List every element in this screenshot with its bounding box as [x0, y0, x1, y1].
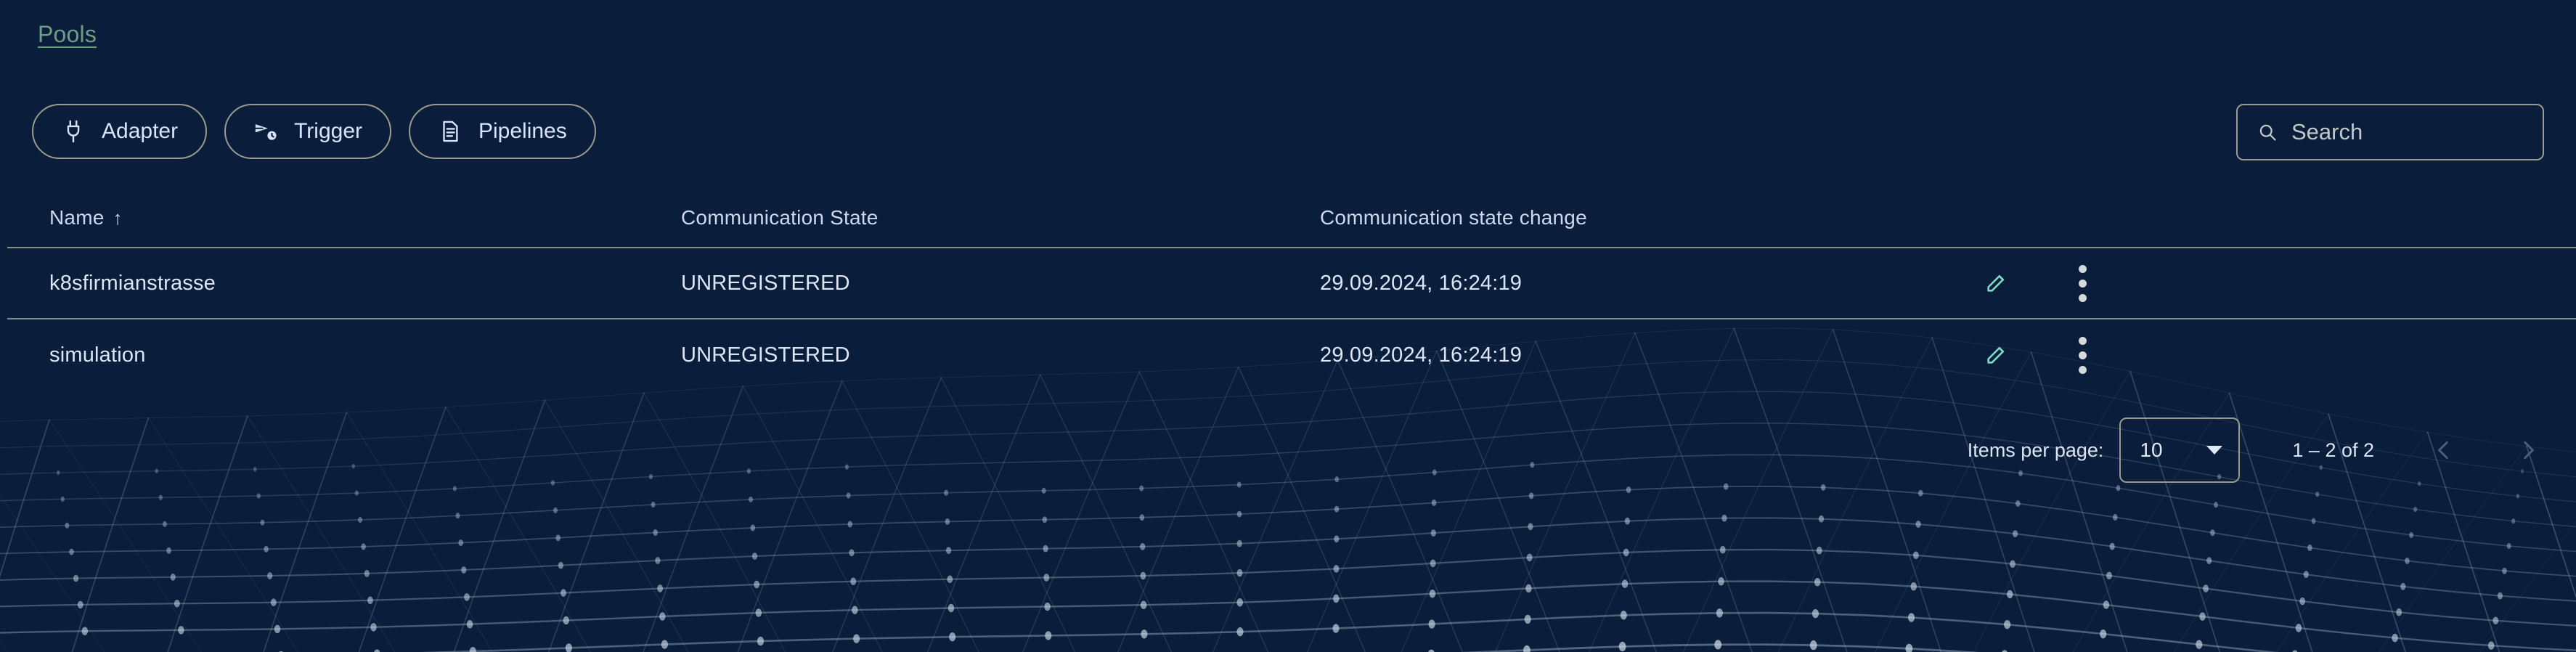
column-header-communication-state-label: Communication State [681, 206, 879, 229]
pencil-icon [1984, 270, 2009, 297]
breadcrumb-link-pools[interactable]: Pools [38, 21, 97, 47]
items-per-page-select[interactable]: 10 [2119, 417, 2241, 483]
pools-table: Name ↑ Communication State Communication… [0, 189, 2576, 391]
page-range-label: 1 – 2 of 2 [2292, 439, 2374, 461]
chip-trigger-label: Trigger [294, 119, 362, 143]
cell-communication-state: UNREGISTERED [681, 343, 850, 367]
search-field[interactable] [2236, 104, 2544, 160]
column-header-communication-state-change-label: Communication state change [1320, 206, 1587, 229]
cell-communication-state-change: 29.09.2024, 16:24:19 [1320, 343, 1523, 367]
document-icon [438, 119, 462, 144]
cell-actions [1959, 252, 2576, 314]
pools-page: Pools Adapter Trigger Pipelines Search N… [0, 0, 2576, 652]
more-vertical-icon [2078, 264, 2087, 302]
chip-pipelines-label: Pipelines [478, 119, 567, 143]
cell-communication-state-change: 29.09.2024, 16:24:19 [1320, 271, 1523, 295]
cell-name: simulation [49, 343, 146, 367]
chevron-right-icon [2516, 438, 2540, 462]
chevron-down-icon [2206, 446, 2223, 455]
pagination-nav [2416, 423, 2556, 478]
column-header-communication-state-change[interactable]: Communication state change [1320, 206, 1959, 229]
items-per-page-label: Items per page: [1967, 439, 2104, 461]
filter-toolbar: Adapter Trigger Pipelines [32, 104, 596, 159]
cell-name: k8sfirmianstrasse [49, 271, 216, 295]
breadcrumb: Pools [38, 20, 97, 48]
previous-page-button[interactable] [2416, 423, 2471, 478]
search-icon [2257, 121, 2278, 143]
chip-adapter[interactable]: Adapter [32, 104, 208, 159]
cell-communication-state: UNREGISTERED [681, 271, 850, 295]
row-menu-button[interactable] [2051, 324, 2114, 386]
edit-row-button[interactable] [1965, 252, 2028, 314]
cell-actions [1959, 324, 2576, 386]
column-header-name-label: Name [49, 206, 105, 229]
chip-trigger[interactable]: Trigger [224, 104, 391, 159]
paginator: Items per page: 10 1 – 2 of 2 [1968, 415, 2556, 485]
chevron-left-icon [2432, 438, 2456, 462]
column-header-communication-state[interactable]: Communication State [681, 206, 1320, 229]
pencil-icon [1984, 342, 2009, 369]
search-input[interactable] [2291, 119, 2524, 145]
chip-pipelines[interactable]: Pipelines [409, 104, 596, 159]
table-row[interactable]: simulation UNREGISTERED 29.09.2024, 16:2… [7, 319, 2576, 391]
table-header-row: Name ↑ Communication State Communication… [7, 189, 2576, 248]
column-header-name[interactable]: Name ↑ [49, 206, 681, 229]
table-row[interactable]: k8sfirmianstrasse UNREGISTERED 29.09.202… [7, 248, 2576, 319]
next-page-button[interactable] [2500, 423, 2556, 478]
sort-ascending-icon: ↑ [113, 207, 123, 229]
chip-adapter-label: Adapter [102, 119, 179, 143]
schedule-send-icon [253, 119, 278, 144]
row-menu-button[interactable] [2051, 252, 2114, 314]
items-per-page-value: 10 [2140, 439, 2163, 461]
edit-row-button[interactable] [1965, 324, 2028, 386]
more-vertical-icon [2078, 336, 2087, 374]
power-plug-icon [61, 119, 86, 144]
